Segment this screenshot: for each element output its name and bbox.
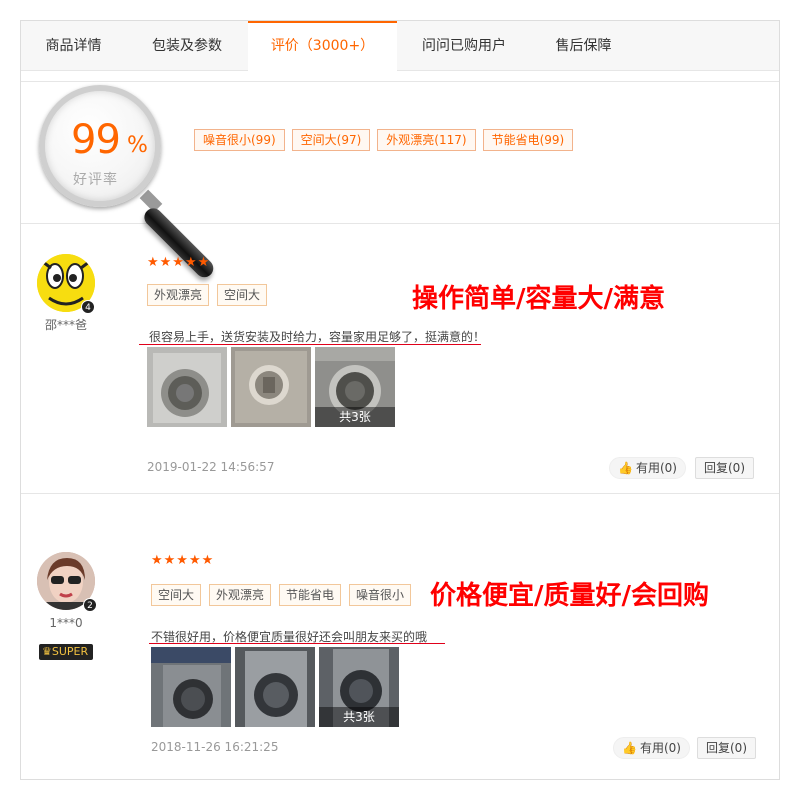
tab-packaging-params[interactable]: 包装及参数: [126, 21, 248, 71]
review-headline: 操作简单/容量大/满意: [412, 284, 665, 314]
star-rating: ★★★★★: [147, 255, 211, 270]
review-photo[interactable]: [231, 347, 311, 427]
review-photo[interactable]: [147, 347, 227, 427]
content-underline: [139, 344, 481, 345]
positive-rate-sign: %: [127, 133, 148, 158]
review-tag: 空间大: [151, 584, 202, 606]
tab-after-sales[interactable]: 售后保障: [531, 21, 636, 71]
tab-ask-buyers[interactable]: 问问已购用户: [397, 21, 531, 71]
review-item: 2 1***0 ♛SUPER ★★★★★ 空间大 外观漂亮 节能省电 噪音很小 价格便…: [21, 495, 779, 780]
review-photo[interactable]: 共3张: [315, 347, 395, 427]
summary-tag[interactable]: 空间大(97): [291, 129, 371, 151]
star-rating: ★★★★★: [151, 553, 215, 568]
useful-button[interactable]: 👍 有用(0): [609, 457, 686, 479]
thumbs-up-icon: 👍: [622, 741, 637, 755]
reply-button[interactable]: 回复(0): [697, 737, 756, 759]
review-tag: 空间大: [217, 284, 268, 306]
rating-summary: 99 % 好评率 噪音很小(99) 空间大(97) 外观漂亮(117) 节能省电(99…: [21, 81, 779, 282]
review-tag: 节能省电: [279, 584, 342, 606]
user-level-badge: 2: [83, 598, 97, 612]
magnifier-icon: 99 % 好评率: [39, 85, 161, 207]
review-photo[interactable]: [151, 647, 231, 727]
content-underline: [149, 643, 445, 644]
review-photo[interactable]: 共3张: [319, 647, 399, 727]
crown-icon: ♛: [42, 645, 52, 658]
positive-rate-label: 好评率: [73, 172, 118, 188]
review-date: 2019-01-22 14:56:57: [147, 460, 275, 474]
reply-button[interactable]: 回复(0): [695, 457, 754, 479]
review-headline: 价格便宜/质量好/会回购: [430, 581, 709, 611]
summary-tag[interactable]: 噪音很小(99): [194, 129, 285, 151]
review-item: 4 邵***爸 ★★★★★ 外观漂亮 空间大 操作简单/容量大/满意 很容易上手，…: [21, 224, 779, 494]
tab-product-details[interactable]: 商品详情: [21, 21, 126, 71]
useful-label: 有用(0): [639, 741, 681, 755]
review-content: 很容易上手，送货安装及时给力，容量家用足够了，挺满意的！: [149, 330, 486, 344]
useful-label: 有用(0): [635, 461, 677, 475]
super-member-badge: ♛SUPER: [39, 644, 94, 660]
summary-tags: 噪音很小(99) 空间大(97) 外观漂亮(117) 节能省电(99): [194, 129, 580, 151]
useful-button[interactable]: 👍 有用(0): [613, 737, 690, 759]
photo-count-label: 共3张: [319, 707, 399, 727]
review-tags: 空间大 外观漂亮 节能省电 噪音很小: [151, 584, 419, 606]
reviews-panel: 商品详情 包装及参数 评价（3000+） 问问已购用户 售后保障 99 % 好评…: [20, 20, 780, 780]
review-tag: 外观漂亮: [209, 584, 272, 606]
thumbs-up-icon: 👍: [618, 461, 633, 475]
username: 1***0: [49, 616, 83, 630]
tab-bar: 商品详情 包装及参数 评价（3000+） 问问已购用户 售后保障: [21, 21, 779, 72]
review-date: 2018-11-26 16:21:25: [151, 740, 279, 754]
review-tags: 外观漂亮 空间大: [147, 284, 275, 306]
tab-reviews[interactable]: 评价（3000+）: [248, 21, 397, 72]
photo-count-label: 共3张: [315, 407, 395, 427]
positive-rate-value: 99: [71, 117, 121, 163]
user-level-badge: 4: [81, 300, 95, 314]
review-tag: 噪音很小: [349, 584, 412, 606]
review-photo[interactable]: [235, 647, 315, 727]
super-label: SUPER: [51, 645, 89, 658]
summary-tag[interactable]: 外观漂亮(117): [377, 129, 476, 151]
review-tag: 外观漂亮: [147, 284, 210, 306]
summary-tag[interactable]: 节能省电(99): [482, 129, 574, 151]
username: 邵***爸: [44, 318, 87, 332]
